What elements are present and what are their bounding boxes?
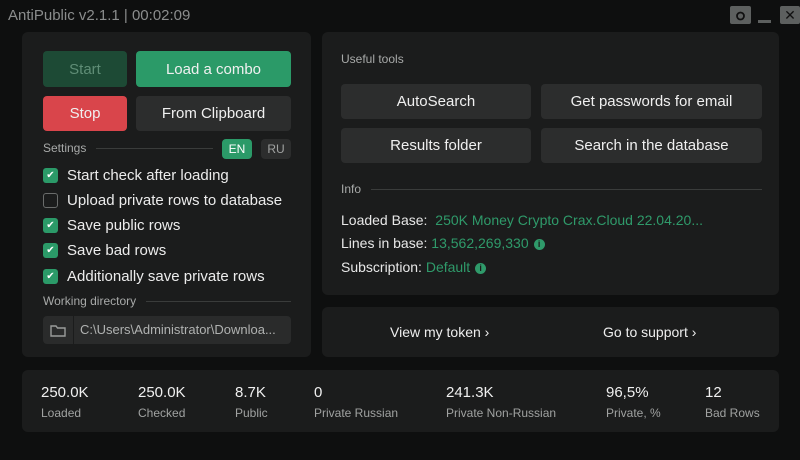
stat-item: 250.0K Loaded — [41, 384, 89, 420]
loaded-base-row: Loaded Base: 250K Money Crypto Crax.Clou… — [341, 212, 703, 228]
stats-panel — [22, 370, 779, 432]
minimize-button[interactable] — [758, 20, 771, 23]
stat-value: 241.3K — [446, 384, 494, 401]
load-combo-button[interactable]: Load a combo — [136, 51, 291, 87]
stat-value: 96,5% — [606, 384, 649, 401]
checkbox[interactable]: ✔ — [43, 243, 58, 258]
checkbox-row[interactable]: ✔ Start check after loading — [43, 167, 229, 184]
tools-panel — [322, 32, 779, 295]
results-folder-button[interactable]: Results folder — [341, 128, 531, 163]
checkbox-row[interactable]: ✔ Save bad rows — [43, 242, 166, 259]
autosearch-button[interactable]: AutoSearch — [341, 84, 531, 119]
info-icon[interactable]: i — [475, 262, 487, 274]
stat-item: 241.3K Private Non-Russian — [446, 384, 556, 420]
info-label: Info — [341, 182, 362, 196]
support-link[interactable]: Go to support › — [603, 324, 696, 340]
search-database-button[interactable]: Search in the database — [541, 128, 762, 163]
stop-button[interactable]: Stop — [43, 96, 127, 131]
lines-value: 13,562,269,330 — [431, 235, 529, 251]
checkbox[interactable]: ✔ — [43, 218, 58, 233]
stat-label: Checked — [138, 406, 186, 420]
stat-label: Private Russian — [314, 406, 399, 420]
stat-item: 12 Bad Rows — [705, 384, 760, 420]
checkbox-label: Start check after loading — [67, 167, 229, 184]
checkbox-row[interactable]: ✔ Additionally save private rows — [43, 268, 265, 285]
start-button[interactable]: Start — [43, 51, 127, 87]
stat-item: 96,5% Private, % — [606, 384, 661, 420]
lines-row: Lines in base: 13,562,269,330 i — [341, 235, 545, 251]
useful-tools-label: Useful tools — [341, 52, 404, 66]
subscription-label: Subscription: — [341, 259, 422, 275]
stat-label: Public — [235, 406, 268, 420]
settings-label: Settings — [43, 141, 87, 155]
checkbox-row[interactable]: Upload private rows to database — [43, 192, 282, 209]
stat-label: Private, % — [606, 406, 661, 420]
loaded-base-label: Loaded Base: — [341, 212, 428, 228]
camera-icon[interactable] — [730, 6, 751, 24]
stat-value: 0 — [314, 384, 323, 401]
lang-ru-button[interactable]: RU — [261, 139, 291, 159]
close-button[interactable]: ✕ — [780, 6, 800, 24]
window-title: AntiPublic v2.1.1 | 00:02:09 — [8, 7, 191, 24]
get-passwords-button[interactable]: Get passwords for email — [541, 84, 762, 119]
checkbox[interactable]: ✔ — [43, 269, 58, 284]
stat-item: 8.7K Public — [235, 384, 268, 420]
working-directory-label: Working directory — [43, 294, 137, 308]
stat-label: Bad Rows — [705, 406, 760, 420]
lines-label: Lines in base: — [341, 235, 428, 251]
settings-section: Settings — [43, 141, 213, 155]
checkbox-label: Upload private rows to database — [67, 192, 283, 209]
stat-label: Loaded — [41, 406, 82, 420]
stat-value: 250.0K — [41, 384, 89, 401]
stat-value: 8.7K — [235, 384, 266, 401]
from-clipboard-button[interactable]: From Clipboard — [136, 96, 291, 131]
info-section: Info — [341, 182, 762, 196]
checkbox[interactable]: ✔ — [43, 168, 58, 183]
working-directory-path: C:\Users\Administrator\Downloa... — [80, 322, 276, 337]
subscription-row: Subscription: Default i — [341, 259, 487, 275]
stat-value: 12 — [705, 384, 722, 401]
checkbox-label: Save bad rows — [67, 242, 167, 259]
stat-item: 0 Private Russian — [314, 384, 398, 420]
subscription-value: Default — [425, 259, 471, 275]
checkbox[interactable] — [43, 193, 58, 208]
lang-en-button[interactable]: EN — [222, 139, 252, 159]
working-directory-field[interactable]: C:\Users\Administrator\Downloa... — [43, 316, 291, 344]
stat-label: Private Non-Russian — [446, 406, 557, 420]
checkbox-label: Additionally save private rows — [67, 268, 265, 285]
stat-value: 250.0K — [138, 384, 186, 401]
view-token-link[interactable]: View my token › — [390, 324, 489, 340]
checkbox-label: Save public rows — [67, 217, 181, 234]
folder-icon[interactable] — [43, 316, 74, 344]
stat-item: 250.0K Checked — [138, 384, 186, 420]
loaded-base-value: 250K Money Crypto Crax.Cloud 22.04.20... — [435, 212, 703, 228]
checkbox-row[interactable]: ✔ Save public rows — [43, 217, 180, 234]
working-directory-section: Working directory — [43, 294, 291, 308]
info-icon[interactable]: i — [533, 238, 545, 250]
